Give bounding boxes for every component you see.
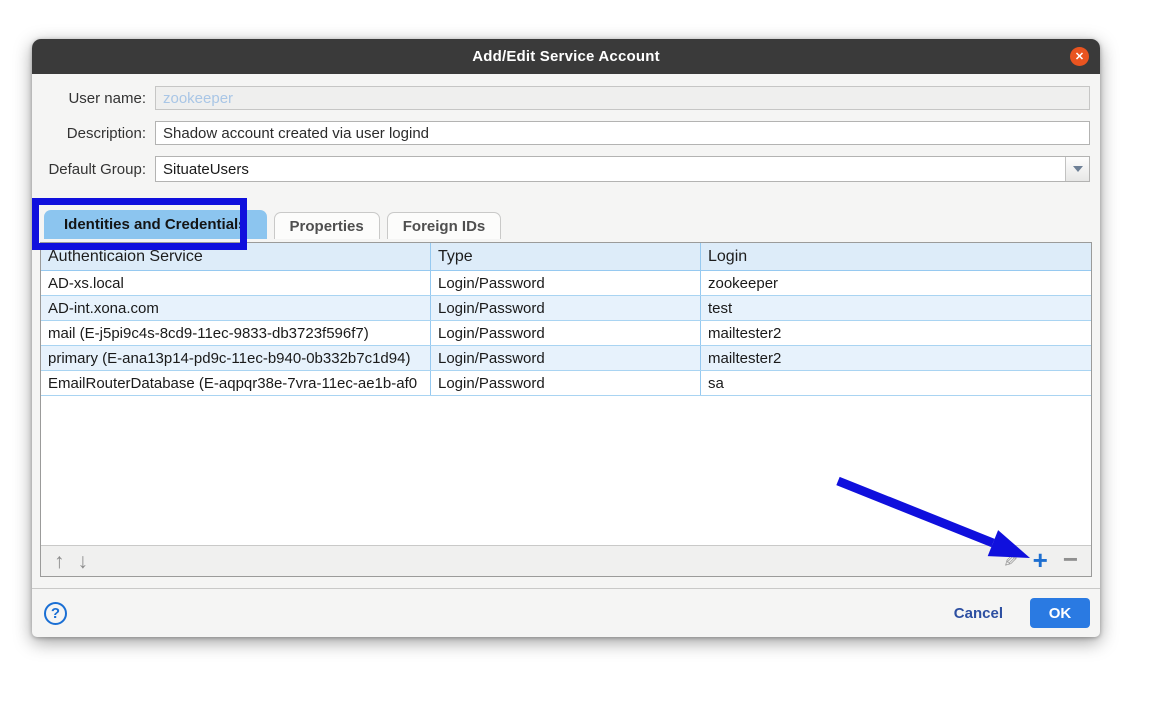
cell-service: AD-xs.local [41, 271, 431, 295]
cell-type: Login/Password [431, 346, 701, 370]
table-row[interactable]: mail (E-j5pi9c4s-8cd9-11ec-9833-db3723f5… [41, 321, 1091, 346]
column-header-authentication-service[interactable]: Authenticaion Service [41, 243, 431, 270]
cell-service: mail (E-j5pi9c4s-8cd9-11ec-9833-db3723f5… [41, 321, 431, 345]
tab-label: Properties [290, 218, 364, 235]
column-header-type[interactable]: Type [431, 243, 701, 270]
user-name-row: User name: [42, 86, 1090, 110]
add-edit-service-account-dialog: Add/Edit Service Account ✕ User name: De… [32, 39, 1100, 637]
tab-foreign-ids[interactable]: Foreign IDs [387, 212, 502, 239]
dialog-titlebar[interactable]: Add/Edit Service Account ✕ [32, 39, 1100, 74]
table-empty-area [41, 396, 1091, 545]
close-icon[interactable]: ✕ [1070, 47, 1089, 66]
default-group-dropdown[interactable]: SituateUsers [155, 156, 1090, 182]
default-group-value: SituateUsers [156, 157, 1065, 181]
dropdown-button[interactable] [1065, 157, 1089, 181]
cell-login: sa [701, 371, 1091, 395]
cell-type: Login/Password [431, 296, 701, 320]
table-row[interactable]: primary (E-ana13p14-pd9c-11ec-b940-0b332… [41, 346, 1091, 371]
tabstrip: Identities and Credentials Properties Fo… [44, 210, 501, 239]
description-row: Description: [42, 121, 1090, 145]
cell-login: mailtester2 [701, 346, 1091, 370]
table-toolbar: ↑ ↓ ✎ + − [41, 545, 1091, 576]
cell-service: primary (E-ana13p14-pd9c-11ec-b940-0b332… [41, 346, 431, 370]
move-down-icon[interactable]: ↓ [78, 551, 89, 572]
cell-type: Login/Password [431, 271, 701, 295]
default-group-row: Default Group: SituateUsers [42, 156, 1090, 182]
user-name-field[interactable] [155, 86, 1090, 110]
cell-service: EmailRouterDatabase (E-aqpqr38e-7vra-11e… [41, 371, 431, 395]
table-row[interactable]: AD-int.xona.com Login/Password test [41, 296, 1091, 321]
description-field[interactable] [155, 121, 1090, 145]
user-name-label: User name: [42, 90, 155, 107]
cancel-button[interactable]: Cancel [954, 605, 1003, 622]
edit-pencil-icon[interactable]: ✎ [1003, 552, 1018, 570]
chevron-down-icon [1073, 166, 1083, 172]
remove-icon[interactable]: − [1063, 546, 1078, 572]
cell-login: mailtester2 [701, 321, 1091, 345]
dialog-footer: ? Cancel OK [32, 589, 1100, 637]
help-icon[interactable]: ? [44, 602, 67, 625]
cell-service: AD-int.xona.com [41, 296, 431, 320]
description-label: Description: [42, 125, 155, 142]
cell-type: Login/Password [431, 321, 701, 345]
table-row[interactable]: EmailRouterDatabase (E-aqpqr38e-7vra-11e… [41, 371, 1091, 396]
tab-label: Foreign IDs [403, 218, 486, 235]
move-up-icon[interactable]: ↑ [54, 551, 65, 572]
tab-identities-and-credentials[interactable]: Identities and Credentials [44, 210, 267, 239]
dialog-title: Add/Edit Service Account [472, 48, 660, 65]
credentials-table: Authenticaion Service Type Login AD-xs.l… [40, 242, 1092, 577]
table-row[interactable]: AD-xs.local Login/Password zookeeper [41, 271, 1091, 296]
cell-login: test [701, 296, 1091, 320]
toolbar-right-group: ✎ + − [1003, 550, 1078, 573]
cell-login: zookeeper [701, 271, 1091, 295]
table-header: Authenticaion Service Type Login [41, 243, 1091, 271]
column-header-login[interactable]: Login [701, 243, 1091, 270]
add-icon[interactable]: + [1033, 547, 1048, 573]
cell-type: Login/Password [431, 371, 701, 395]
default-group-label: Default Group: [42, 161, 155, 178]
tab-label: Identities and Credentials [64, 216, 247, 233]
tab-properties[interactable]: Properties [274, 212, 380, 239]
ok-button[interactable]: OK [1030, 598, 1090, 628]
